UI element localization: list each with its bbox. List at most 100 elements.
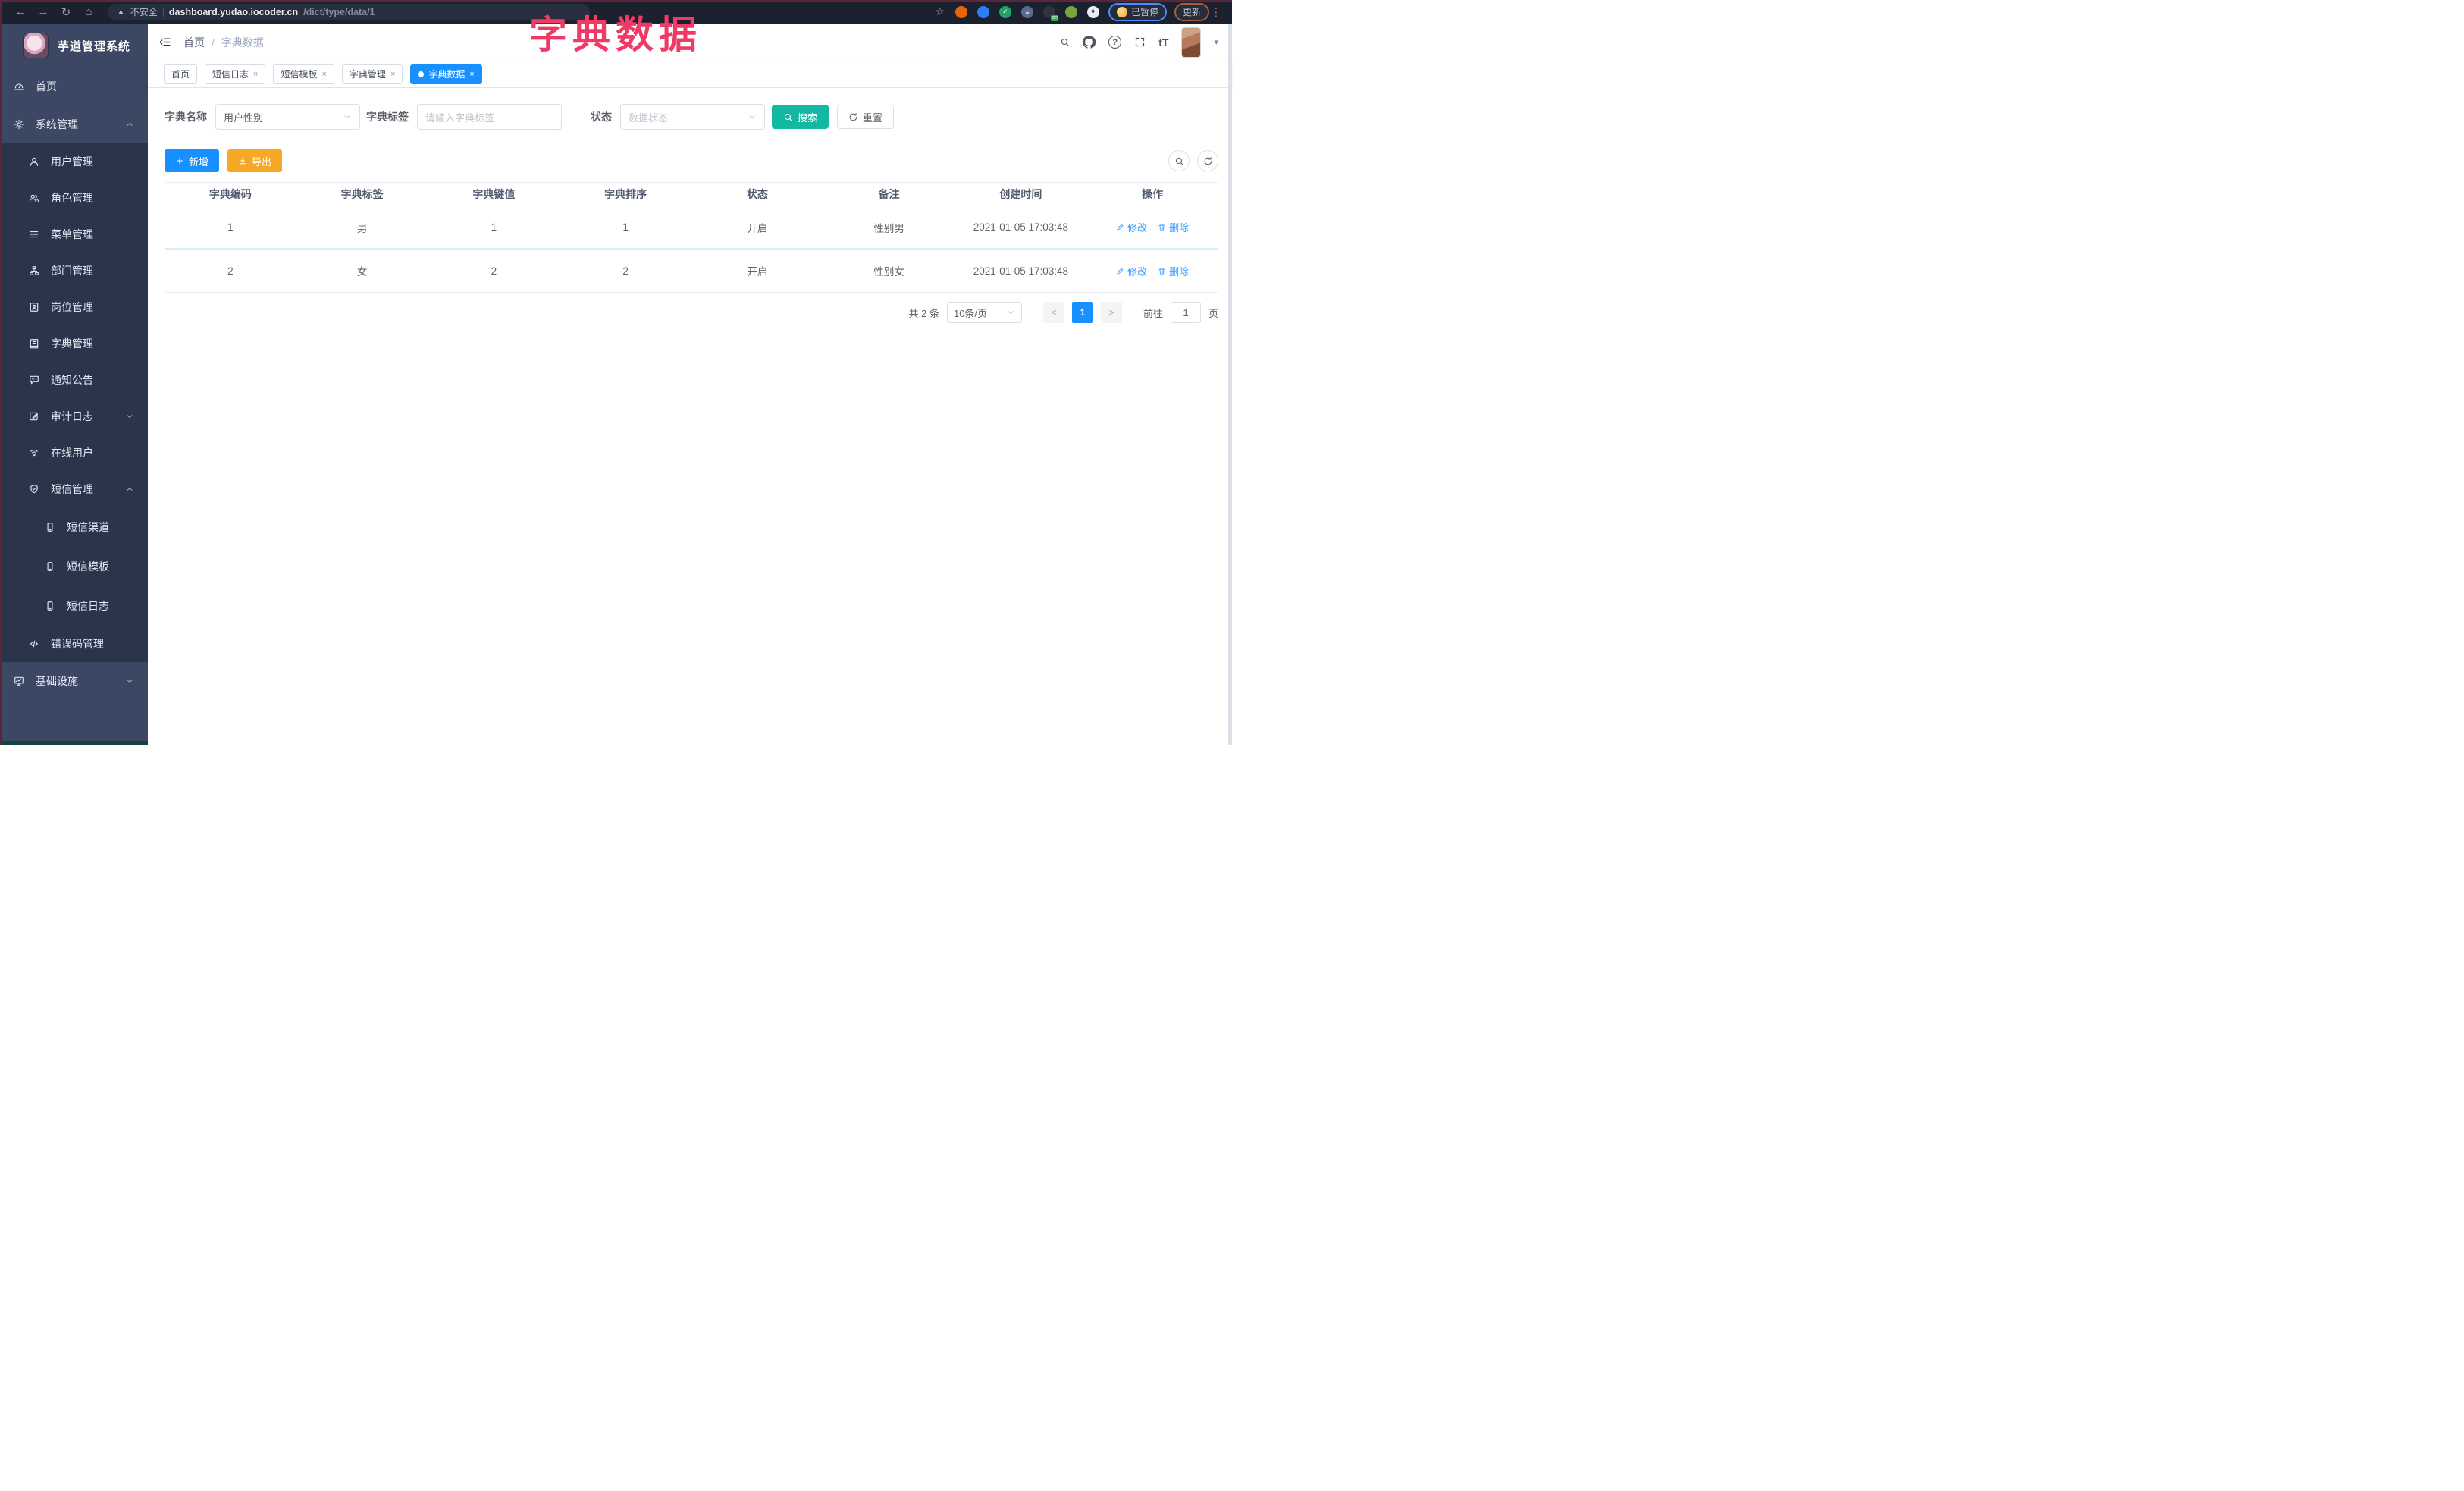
tab-label: 字典数据 xyxy=(428,69,466,80)
sidebar-fold-icon[interactable] xyxy=(158,36,171,49)
browser-reload-icon[interactable]: ↻ xyxy=(55,5,77,19)
github-icon[interactable] xyxy=(1083,36,1096,49)
toggle-search-button[interactable] xyxy=(1168,150,1190,171)
sidebar-item-label: 短信管理 xyxy=(51,483,93,495)
close-icon[interactable]: × xyxy=(253,70,258,79)
column-header-字典排序: 字典排序 xyxy=(604,188,647,200)
sidebar-item-审计日志[interactable]: 审计日志 xyxy=(0,398,148,435)
browser-forward-icon[interactable]: → xyxy=(32,5,55,18)
sidebar-item-系统管理[interactable]: 系统管理 xyxy=(0,105,148,143)
ext-blue-drop-icon[interactable] xyxy=(977,5,989,18)
page-1-button[interactable]: 1 xyxy=(1071,302,1093,323)
add-button[interactable]: 新增 xyxy=(165,149,220,172)
tab-短信模板[interactable]: 短信模板 × xyxy=(273,64,334,84)
sidebar-item-label: 字典管理 xyxy=(51,337,93,350)
browser-update-button[interactable]: 更新 xyxy=(1174,2,1209,21)
sidebar: 芋道管理系统 首页 系统管理 用户管理角色管理菜单管理 部门管理 岗位管理字典管理通知公… xyxy=(0,24,148,746)
sidebar-item-短信管理[interactable]: 短信管理 xyxy=(0,471,148,507)
address-bar[interactable]: ▲ 不安全 dashboard.yudao.iocoder.cn /dict/t… xyxy=(108,3,590,20)
profile-paused-pill[interactable]: 已暂停 xyxy=(1108,2,1167,21)
prev-page-button[interactable]: < xyxy=(1042,302,1064,323)
tags-view-bar: 首页 短信日志 × 短信模板 × 字典管理 × 字典数据 × xyxy=(148,61,1232,88)
sidebar-item-短信渠道[interactable]: 短信渠道 xyxy=(0,507,148,547)
breadcrumb-current: 字典数据 xyxy=(221,36,264,49)
table-header-row: 字典编码 字典标签 字典键值 字典排序 状态 备注 创建时间 操作 xyxy=(165,182,1218,206)
sidebar-item-字典管理[interactable]: 字典管理 xyxy=(0,325,148,362)
reset-button[interactable]: 重置 xyxy=(837,105,895,129)
sidebar-item-在线用户[interactable]: 在线用户 xyxy=(0,435,148,471)
tab-字典管理[interactable]: 字典管理 × xyxy=(341,64,403,84)
chevron-down-icon xyxy=(125,676,134,686)
reset-button-label: 重置 xyxy=(863,111,883,124)
fullscreen-icon[interactable] xyxy=(1134,36,1146,48)
browser-menu-icon[interactable]: ⋮ xyxy=(1209,5,1223,19)
tab-首页[interactable]: 首页 xyxy=(164,64,198,84)
page-size-select[interactable]: 10条/页 xyxy=(946,302,1022,323)
search-button[interactable]: 搜索 xyxy=(772,105,829,129)
sidebar-item-岗位管理[interactable]: 岗位管理 xyxy=(0,289,148,325)
table-cell: 女 xyxy=(356,266,368,278)
tab-label: 首页 xyxy=(171,69,190,80)
delete-link[interactable]: 删除 xyxy=(1158,220,1189,234)
filter-form: 字典名称 用户性别 字典标签 请输入字典标签 状态 数据状态 搜索 重置 xyxy=(165,104,1218,130)
ext-orange-donut-icon[interactable] xyxy=(955,5,967,18)
dict-name-select[interactable]: 用户性别 xyxy=(215,104,360,130)
column-header-字典键值: 字典键值 xyxy=(472,188,516,200)
ext-green-check-icon[interactable]: ✓ xyxy=(998,5,1011,18)
help-icon[interactable]: ? xyxy=(1108,36,1122,49)
breadcrumb: 首页 / 字典数据 xyxy=(183,35,264,50)
sidebar-item-用户管理[interactable]: 用户管理 xyxy=(0,143,148,180)
sidebar-item-菜单管理[interactable]: 菜单管理 xyxy=(0,216,148,253)
goto-page-input[interactable]: 1 xyxy=(1170,302,1201,323)
table-cell: 2 xyxy=(622,265,629,277)
font-size-icon[interactable]: tT xyxy=(1158,36,1168,49)
trash-icon xyxy=(1158,223,1166,231)
user-avatar[interactable] xyxy=(1181,27,1202,58)
sidebar-item-首页[interactable]: 首页 xyxy=(0,67,148,105)
refresh-icon xyxy=(848,112,858,122)
close-icon[interactable]: × xyxy=(469,70,474,79)
sidebar-item-label: 角色管理 xyxy=(51,192,93,204)
close-icon[interactable]: × xyxy=(321,70,326,79)
dict-tag-input[interactable]: 请输入字典标签 xyxy=(417,104,562,130)
ext-puzzle-icon[interactable]: ✦ xyxy=(1086,5,1099,18)
export-button[interactable]: 导出 xyxy=(227,149,283,172)
ext-dark-on-icon[interactable]: on xyxy=(1042,5,1058,21)
sidebar-item-label: 错误码管理 xyxy=(51,638,104,650)
page-scrollbar[interactable] xyxy=(1228,24,1232,746)
ext-green-sprout-icon[interactable] xyxy=(1064,5,1077,18)
table-cell: 1 xyxy=(227,221,234,233)
dict-name-value: 用户性别 xyxy=(224,111,264,124)
sidebar-item-短信日志[interactable]: 短信日志 xyxy=(0,586,148,626)
sidebar-item-基础设施[interactable]: 基础设施 xyxy=(0,662,148,700)
tab-字典数据[interactable]: 字典数据 × xyxy=(410,64,482,84)
close-icon[interactable]: × xyxy=(390,70,395,79)
sidebar-item-错误码管理[interactable]: 错误码管理 xyxy=(0,626,148,662)
next-page-button[interactable]: > xyxy=(1100,302,1122,323)
code-icon xyxy=(28,639,40,649)
sidebar-logo[interactable]: 芋道管理系统 xyxy=(0,24,148,67)
sidebar-item-部门管理[interactable]: 部门管理 xyxy=(0,253,148,289)
pencil-icon xyxy=(1116,267,1124,275)
tab-短信日志[interactable]: 短信日志 × xyxy=(205,64,266,84)
sidebar-item-label: 在线用户 xyxy=(51,447,93,459)
chevron-down-icon[interactable]: ▾ xyxy=(1214,37,1218,47)
add-button-label: 新增 xyxy=(189,155,209,168)
search-icon[interactable] xyxy=(1060,37,1070,47)
sidebar-item-短信模板[interactable]: 短信模板 xyxy=(0,547,148,586)
edit-link[interactable]: 修改 xyxy=(1116,264,1147,278)
edit-link[interactable]: 修改 xyxy=(1116,220,1147,234)
sidebar-item-通知公告[interactable]: 通知公告 xyxy=(0,362,148,398)
dict-tag-placeholder: 请输入字典标签 xyxy=(425,111,495,124)
delete-link[interactable]: 删除 xyxy=(1158,264,1189,278)
sidebar-item-角色管理[interactable]: 角色管理 xyxy=(0,180,148,216)
goto-label: 前往 xyxy=(1143,307,1163,319)
browser-home-icon[interactable]: ⌂ xyxy=(77,5,100,18)
breadcrumb-home[interactable]: 首页 xyxy=(183,35,205,50)
status-select[interactable]: 数据状态 xyxy=(620,104,765,130)
ext-slate-bars-icon[interactable]: ≡ xyxy=(1020,5,1033,18)
announce-icon xyxy=(28,375,40,385)
refresh-table-button[interactable] xyxy=(1197,150,1218,171)
browser-back-icon[interactable]: ← xyxy=(9,5,32,18)
bookmark-star-icon[interactable]: ☆ xyxy=(935,5,945,18)
